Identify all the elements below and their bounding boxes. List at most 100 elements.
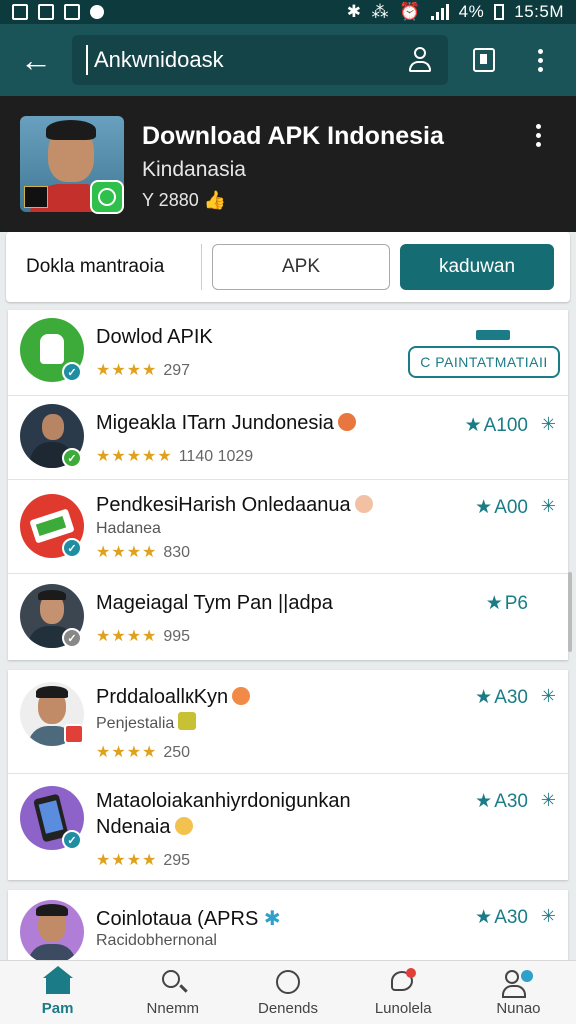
item-score: ★ A30: [475, 907, 528, 928]
verified-check-icon: ✓: [62, 538, 82, 558]
nav-messages[interactable]: Lunolela: [346, 961, 461, 1024]
shield-icon: [64, 4, 80, 20]
tag-icon: [476, 330, 510, 340]
item-subtitle: Ndenaia: [96, 816, 193, 839]
item-score: ★ A30: [475, 791, 528, 812]
add-icon[interactable]: ✳: [541, 790, 556, 811]
add-icon[interactable]: ✳: [541, 686, 556, 707]
item-rating: ★★★★ 995: [96, 626, 190, 646]
item-rating: ★★★★★ 1140 1029: [96, 446, 253, 466]
add-icon[interactable]: ✳: [541, 906, 556, 927]
verified-check-icon: ✓: [62, 830, 82, 850]
star-rating: ★★★★: [96, 544, 158, 561]
tab-downloads[interactable]: Dokla mantraoia: [16, 244, 202, 290]
star-rating: ★★★★: [96, 628, 158, 645]
circle-icon: [273, 968, 303, 996]
item-title: PendkesiHarish Onledaanua: [96, 494, 373, 517]
chat-bubble-icon: [388, 968, 418, 996]
emoji-icon: [232, 687, 251, 705]
item-score: ★ P6: [485, 593, 528, 614]
item-rating: ★★★★ 297: [96, 360, 190, 380]
more-options-icon[interactable]: [512, 24, 568, 96]
alarm-icon: ⏰: [399, 2, 421, 21]
star-rating: ★★★★: [96, 852, 158, 869]
emoji-icon: [354, 495, 373, 513]
item-rating: ★★★★ 830: [96, 542, 190, 562]
sparkle-icon: ✱: [263, 908, 281, 930]
item-title: Cοinlotaua (APRS ✱: [96, 908, 281, 930]
item-score: ★ A00: [475, 497, 528, 518]
install-button[interactable]: C PAINTATMATIAII: [408, 346, 560, 378]
profile-header: Download APK Indonesia Kindanasia Y 2880…: [0, 96, 576, 232]
brand-logo-icon: [24, 186, 48, 208]
bookmark-icon[interactable]: [456, 24, 512, 96]
whatsapp-icon[interactable]: [90, 180, 124, 214]
rating-count: 295: [163, 852, 191, 869]
profile-count: Y 2880 👍: [142, 190, 226, 211]
tab-primary-button[interactable]: kaduwan: [400, 244, 554, 290]
app-list-card: PrddaloallкKyn Penjestalia ★★★★ 250 ★ A30 …: [8, 670, 568, 880]
list-item[interactable]: ✓ Mataoloiakanhiyrdonigunkan Ndenaia ★★★…: [8, 774, 568, 880]
item-rating: ★★★★ 295: [96, 850, 190, 870]
star-icon: ★: [485, 593, 503, 614]
bottom-navigation: Pam Nnemm Denends Lunolela Nunao: [0, 960, 576, 1024]
item-rating: ★★★★ 250: [96, 742, 190, 762]
text-cursor: [86, 45, 88, 75]
profile-title: Download APK Indonesia: [142, 122, 444, 150]
item-score: ★ A30: [475, 687, 528, 708]
search-icon: [158, 968, 188, 996]
item-title: Migeakla ITarn Jundonesia: [96, 412, 356, 435]
nav-label: Pam: [41, 1000, 74, 1017]
app-toolbar: ← Ankwnidoask: [0, 24, 576, 96]
leaf-icon: [178, 712, 197, 730]
gallery-icon: [38, 4, 54, 20]
profile-more-icon[interactable]: [536, 124, 541, 147]
rating-count: 297: [163, 362, 191, 379]
nav-home[interactable]: Pam: [0, 961, 115, 1024]
badge-icon: [64, 724, 84, 744]
star-rating: ★★★★: [96, 362, 158, 379]
rating-count: 250: [163, 744, 191, 761]
filter-tabs: Dokla mantraoia APK kaduwan: [6, 232, 570, 302]
status-bar: ✱ ⁂ ⏰ 4% 15:5M: [0, 0, 576, 24]
item-title: PrddaloallкKyn: [96, 686, 251, 709]
tab-apk[interactable]: APK: [212, 244, 390, 290]
user-icon[interactable]: [406, 46, 434, 74]
list-item[interactable]: ✓ PendkesiHarish Onledaanua Hadanea ★★★★…: [8, 480, 568, 574]
list-item[interactable]: Cοinlotaua (APRS ✱ Racidobhernonal ★ A30 …: [8, 890, 568, 965]
battery-percent: 4%: [458, 2, 485, 21]
add-icon[interactable]: ✳: [541, 496, 556, 517]
list-item[interactable]: PrddaloallкKyn Penjestalia ★★★★ 250 ★ A30 …: [8, 670, 568, 774]
list-item[interactable]: ✓ Migeakla ITarn Jundonesia ★★★★★ 1140 10…: [8, 396, 568, 480]
item-score: ★ A100: [464, 415, 528, 436]
add-icon[interactable]: ✳: [541, 414, 556, 435]
star-icon: ★: [464, 415, 482, 436]
verified-check-icon: ✓: [62, 448, 82, 468]
star-icon: ★: [475, 497, 493, 518]
signal-icon: [430, 4, 449, 20]
search-input[interactable]: Ankwnidoask: [72, 35, 448, 85]
verified-check-icon: ✓: [62, 362, 82, 382]
star-icon: ★: [475, 907, 493, 928]
battery-icon: [494, 4, 505, 20]
app-list-card: ✓ Dowlod APIK ★★★★ 297 C PAINTATMATIAII ✓…: [8, 310, 568, 660]
nav-discover[interactable]: Denends: [230, 961, 345, 1024]
nav-search[interactable]: Nnemm: [115, 961, 230, 1024]
item-subtitle: Hadanea: [96, 520, 161, 537]
scrollbar[interactable]: [568, 572, 572, 652]
person-avatar: [20, 900, 84, 964]
star-icon: ★: [475, 791, 493, 812]
back-arrow-icon[interactable]: ←: [0, 24, 72, 96]
rating-count: 830: [163, 544, 191, 561]
hand-emoji-icon: 👍: [203, 190, 227, 210]
list-item[interactable]: ✓ Mageiagal Tym Pan ||adpa ★★★★ 995 ★ P6: [8, 574, 568, 660]
nav-profile[interactable]: Nunao: [461, 961, 576, 1024]
star-icon: ★: [475, 687, 493, 708]
notification-dot-icon: [90, 5, 104, 19]
nav-label: Denends: [257, 1000, 319, 1017]
item-title: Mageiagal Tym Pan ||adpa: [96, 592, 333, 614]
star-rating: ★★★★★: [96, 448, 173, 465]
app-list-card: Cοinlotaua (APRS ✱ Racidobhernonal ★ A30 …: [8, 890, 568, 965]
item-title: Dowlod APIK: [96, 326, 213, 348]
list-item[interactable]: ✓ Dowlod APIK ★★★★ 297 C PAINTATMATIAII: [8, 310, 568, 396]
